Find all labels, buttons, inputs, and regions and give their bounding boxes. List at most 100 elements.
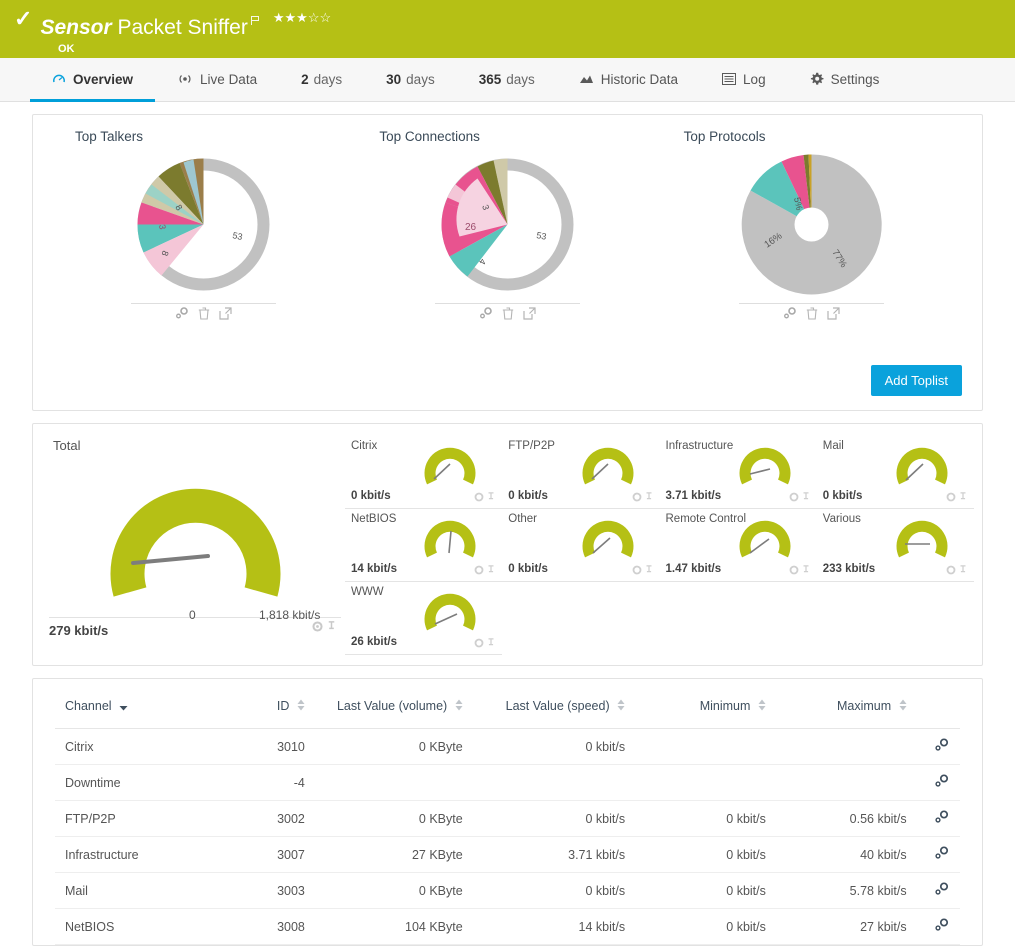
gear-icon[interactable] (789, 564, 799, 578)
delete-icon[interactable] (198, 307, 210, 320)
delete-icon[interactable] (806, 307, 818, 320)
channel-gauge-value: 0 kbit/s (508, 563, 548, 575)
channel-gauge-value: 0 kbit/s (351, 490, 391, 502)
column-header-id[interactable]: ID (228, 689, 315, 729)
table-row[interactable]: Mail 3003 0 KByte 0 kbit/s 0 kbit/s 5.78… (55, 873, 960, 909)
pin-icon[interactable] (644, 564, 654, 578)
tab-live-data[interactable]: Live Data (155, 59, 279, 102)
gear-icon[interactable] (934, 741, 950, 755)
rating-stars[interactable]: ★★★☆☆ (273, 10, 331, 26)
star-filled-2: ★ (285, 10, 297, 25)
star-empty-4: ☆ (308, 10, 320, 25)
cell-channel: Citrix (55, 729, 228, 765)
cell-maximum: 40 kbit/s (776, 837, 917, 873)
gauge-icon (52, 72, 66, 86)
settings-icon[interactable] (175, 307, 189, 320)
channel-gauge-mail[interactable]: Mail 0 kbit/s (817, 436, 974, 509)
pin-icon[interactable] (644, 491, 654, 505)
top-protocols-pie[interactable]: 77% 16% 5% (739, 152, 884, 297)
flag-icon[interactable] (250, 8, 261, 32)
channel-gauge-citrix[interactable]: Citrix 0 kbit/s (345, 436, 502, 509)
tab-30-days-unit: days (406, 72, 435, 87)
channel-gauges-grid: Citrix 0 kbit/s FTP/P2P 0 kbit/s (341, 436, 974, 655)
gear-icon[interactable] (934, 885, 950, 899)
gear-icon[interactable] (946, 564, 956, 578)
tab-settings[interactable]: Settings (788, 59, 902, 102)
sensor-label: Sensor (40, 16, 111, 39)
column-header-channel[interactable]: Channel (55, 689, 228, 729)
channel-gauge-ftp-p2p[interactable]: FTP/P2P 0 kbit/s (502, 436, 659, 509)
toplist-title: Top Talkers (75, 129, 143, 144)
tab-365-days[interactable]: 365 days (457, 59, 557, 102)
gear-icon[interactable] (474, 637, 484, 651)
column-header-maximum[interactable]: Maximum (776, 689, 917, 729)
channel-gauge-netbios[interactable]: NetBIOS 14 kbit/s (345, 509, 502, 582)
total-gauge[interactable] (49, 457, 341, 607)
channel-gauge-remote-control[interactable]: Remote Control 1.47 kbit/s (660, 509, 817, 582)
gear-icon[interactable] (789, 491, 799, 505)
table-row[interactable]: Infrastructure 3007 27 KByte 3.71 kbit/s… (55, 837, 960, 873)
pin-icon[interactable] (958, 564, 968, 578)
pin-icon[interactable] (486, 637, 496, 651)
column-header-last-value-speed[interactable]: Last Value (speed) (473, 689, 635, 729)
total-footer: 279 kbit/s 0 1,818 kbit/s (49, 617, 341, 638)
sort-both-icon (617, 699, 625, 714)
settings-icon[interactable] (479, 307, 493, 320)
column-header-last-value-volume[interactable]: Last Value (volume) (315, 689, 473, 729)
gear-icon[interactable] (934, 849, 950, 863)
channel-gauge-www[interactable]: WWW 26 kbit/s (345, 582, 502, 655)
column-header-minimum[interactable]: Minimum (635, 689, 776, 729)
mini-gauge (739, 442, 791, 491)
gear-icon[interactable] (934, 813, 950, 827)
delete-icon[interactable] (502, 307, 514, 320)
table-row[interactable]: Citrix 3010 0 KByte 0 kbit/s (55, 729, 960, 765)
pin-icon[interactable] (486, 564, 496, 578)
gear-icon[interactable] (946, 491, 956, 505)
tab-historic-data[interactable]: Historic Data (557, 59, 700, 102)
table-row[interactable]: FTP/P2P 3002 0 KByte 0 kbit/s 0 kbit/s 0… (55, 801, 960, 837)
table-row[interactable]: NetBIOS 3008 104 KByte 14 kbit/s 0 kbit/… (55, 909, 960, 945)
gear-icon[interactable] (934, 921, 950, 935)
gear-icon[interactable] (632, 491, 642, 505)
gauges-container: Total 279 kbit/s 0 1,818 kbit/s Citrix (33, 424, 982, 665)
open-external-icon[interactable] (523, 307, 536, 320)
gear-icon[interactable] (474, 564, 484, 578)
cell-channel: Infrastructure (55, 837, 228, 873)
gear-icon[interactable] (934, 777, 950, 791)
tab-30-days[interactable]: 30 days (364, 59, 457, 102)
tab-2-days[interactable]: 2 days (279, 59, 364, 102)
channel-gauge-value: 14 kbit/s (351, 563, 397, 575)
pin-icon[interactable] (326, 621, 337, 635)
cell-speed: 0 kbit/s (473, 729, 635, 765)
channel-gauge-various[interactable]: Various 233 kbit/s (817, 509, 974, 582)
top-talkers-donut[interactable]: 53 8 3 8 (131, 152, 276, 297)
channel-table: Channel ID Last Value (volume) Last Valu… (55, 689, 960, 945)
add-toplist-button[interactable]: Add Toplist (871, 365, 962, 396)
tab-overview[interactable]: Overview (30, 59, 155, 102)
pin-icon[interactable] (801, 564, 811, 578)
channel-gauge-other[interactable]: Other 0 kbit/s (502, 509, 659, 582)
pin-icon[interactable] (486, 491, 496, 505)
table-row[interactable]: Downtime -4 (55, 765, 960, 801)
cell-minimum: 0 kbit/s (635, 909, 776, 945)
tab-log[interactable]: Log (700, 59, 788, 102)
settings-icon[interactable] (783, 307, 797, 320)
cell-volume: 104 KByte (315, 909, 473, 945)
top-connections-donut[interactable]: 53 26 3 4 (435, 152, 580, 297)
toplist-top-talkers: Top Talkers 53 8 (51, 129, 355, 357)
gear-icon[interactable] (632, 564, 642, 578)
cell-maximum: 0.56 kbit/s (776, 801, 917, 837)
pin-icon[interactable] (801, 491, 811, 505)
toplist-top-protocols: Top Protocols 77% 16% 5% (660, 129, 964, 357)
pin-icon[interactable] (958, 491, 968, 505)
gear-icon[interactable] (312, 621, 323, 635)
checkmark-icon: ✓ (14, 8, 32, 30)
channel-gauge-infrastructure[interactable]: Infrastructure 3.71 kbit/s (660, 436, 817, 509)
tab-settings-label: Settings (831, 72, 880, 87)
toplist-top-connections: Top Connections 53 26 3 (355, 129, 659, 357)
open-external-icon[interactable] (827, 307, 840, 320)
tab-log-label: Log (743, 72, 766, 87)
gear-icon[interactable] (474, 491, 484, 505)
open-external-icon[interactable] (219, 307, 232, 320)
table-header-row: Channel ID Last Value (volume) Last Valu… (55, 689, 960, 729)
